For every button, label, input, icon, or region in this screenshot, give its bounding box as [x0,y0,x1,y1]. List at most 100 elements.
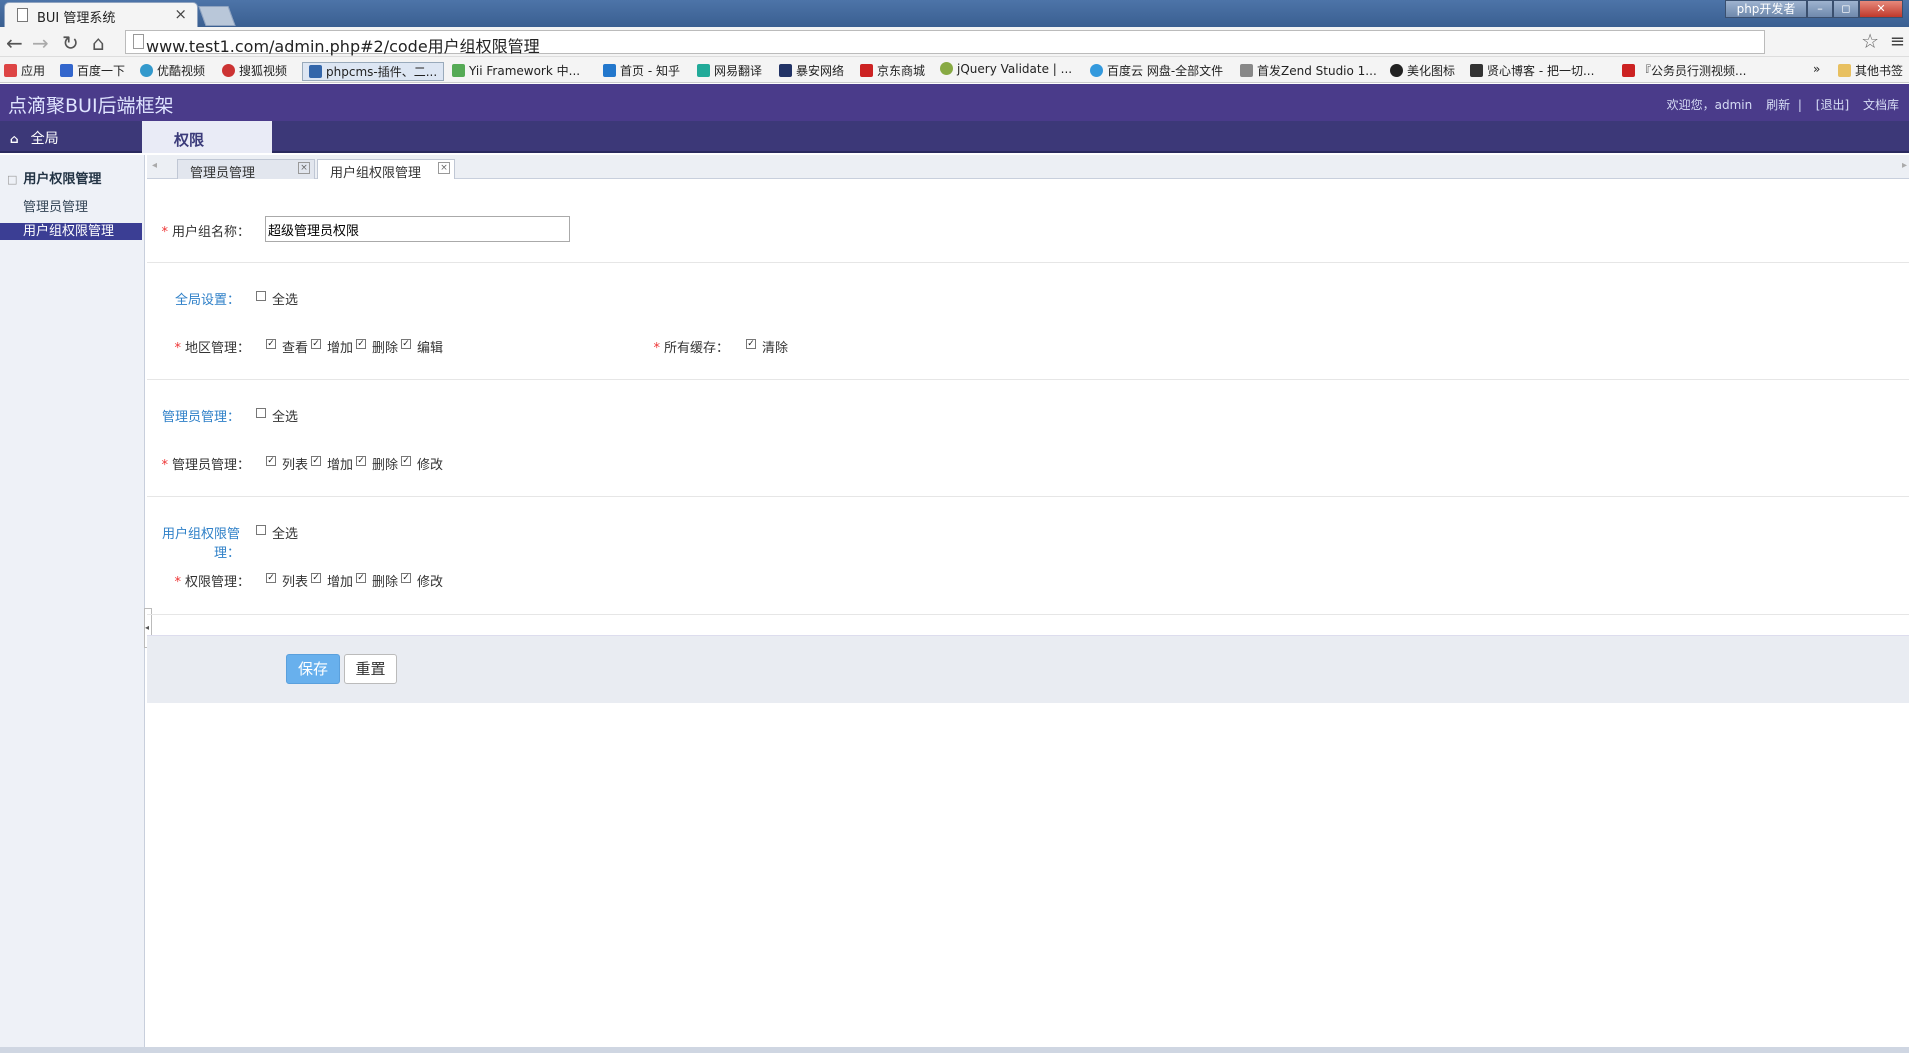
close-icon[interactable]: × [298,162,310,174]
select-all-label: 全选 [272,410,299,425]
option-label: 删除 [372,458,399,473]
new-tab-button[interactable] [198,6,236,26]
bookmark-item[interactable]: 暴安网络 [779,62,844,79]
close-tab-icon[interactable]: × [174,5,187,23]
page-icon [133,34,144,49]
perm-edit-checkbox[interactable]: ✓ [401,573,411,583]
section-header-global: 全局设置： [174,293,240,308]
bookmarks-bar: 应用 百度一下 优酷视频 搜狐视频 phpcms-插件、二... Yii Fra… [0,57,1909,83]
section-header-group-permissions: 用户组权限管理： [161,527,240,561]
bookmark-item[interactable]: 搜狐视频 [222,62,287,79]
refresh-link[interactable]: 刷新 [1766,98,1790,112]
profile-badge[interactable]: php开发者 [1725,0,1807,18]
tab-group-permissions[interactable]: 用户组权限管理 × [317,159,455,181]
group-name-input[interactable] [265,216,570,242]
bookmark-item[interactable]: 『公务员行测视频... [1622,62,1746,79]
logout-link[interactable]: [退出] [1816,98,1849,112]
collapse-icon[interactable]: □ [7,173,17,186]
reset-button[interactable]: 重置 [344,654,397,684]
browser-tab[interactable]: BUI 管理系统 × [4,2,198,27]
home-icon: ⌂ [10,132,19,146]
form-actions-bar [147,635,1909,703]
region-edit-checkbox[interactable]: ✓ [401,339,411,349]
select-all-group-checkbox[interactable] [256,525,266,535]
bookmark-item[interactable]: 美化图标 [1390,62,1455,79]
browser-titlebar: BUI 管理系统 × php开发者 – ◻ ✕ [0,0,1909,27]
forward-icon[interactable]: → [32,31,49,55]
admin-add-checkbox[interactable]: ✓ [311,456,321,466]
bookmark-item[interactable]: 应用 [4,62,45,79]
back-icon[interactable]: ← [6,31,23,55]
region-delete-checkbox[interactable]: ✓ [356,339,366,349]
bookmark-item[interactable]: 百度云 网盘-全部文件 [1090,62,1223,79]
select-all-admin-checkbox[interactable] [256,408,266,418]
permission-management-label: * 权限管理： [174,575,250,590]
close-window-icon[interactable]: ✕ [1859,0,1903,18]
browser-tab-title: BUI 管理系统 [37,11,116,26]
divider [147,614,1909,615]
separator: | [1797,98,1802,112]
option-label: 清除 [762,341,789,356]
content-tabbar: ◂ 管理员管理 × 用户组权限管理 × ▸ [147,155,1909,181]
admin-management-label: * 管理员管理： [161,458,250,473]
region-add-checkbox[interactable]: ✓ [311,339,321,349]
select-all-label: 全选 [272,527,299,542]
app-logo: 点滴聚BUI后端框架 [8,95,174,117]
perm-delete-checkbox[interactable]: ✓ [356,573,366,583]
bookmark-item[interactable]: 首发Zend Studio 1... [1240,62,1377,79]
cache-clear-checkbox[interactable]: ✓ [746,339,756,349]
bookmark-star-icon[interactable]: ☆ [1861,29,1879,53]
bookmark-item[interactable]: phpcms-插件、二... [302,62,445,81]
option-label: 列表 [282,575,309,590]
tab-scroll-right-icon[interactable]: ▸ [1902,160,1907,171]
select-all-global-checkbox[interactable] [256,291,266,301]
divider [147,262,1909,263]
sidebar-item-group-permissions[interactable]: 用户组权限管理 [0,223,142,240]
option-label: 增加 [327,341,354,356]
menu-home[interactable]: ⌂ 全局 [10,128,59,148]
region-view-checkbox[interactable]: ✓ [266,339,276,349]
option-label: 修改 [417,458,444,473]
address-bar[interactable]: www.test1.com/admin.php#2/code用户组权限管理 [125,30,1765,56]
reload-icon[interactable]: ↻ [62,31,79,55]
sidebar: □ 用户权限管理 管理员管理 用户组权限管理 [0,155,145,1053]
bookmark-item[interactable]: 百度一下 [60,62,125,79]
perm-add-checkbox[interactable]: ✓ [311,573,321,583]
user-links: 欢迎您，admin 刷新 | [退出] 文档库 [1657,96,1899,113]
sidebar-section-title[interactable]: □ 用户权限管理 [7,168,101,187]
bookmark-item[interactable]: 优酷视频 [140,62,205,79]
bookmark-item[interactable]: 京东商城 [860,62,925,79]
page-icon [17,8,28,22]
other-bookmarks[interactable]: 其他书签 [1838,62,1903,79]
bookmarks-overflow-icon[interactable]: » [1813,62,1820,76]
docs-link[interactable]: 文档库 [1863,98,1899,112]
tab-scroll-left-icon[interactable]: ◂ [152,160,157,171]
sidebar-item-admin[interactable]: 管理员管理 [0,199,142,216]
welcome-text: 欢迎您，admin [1666,98,1753,112]
cache-label: * 所有缓存： [653,341,729,356]
save-button[interactable]: 保存 [286,654,340,684]
bookmark-item[interactable]: 网易翻译 [697,62,762,79]
bookmark-item[interactable]: jQuery Validate | ... [940,62,1072,76]
browser-menu-icon[interactable]: ≡ [1890,31,1905,52]
group-name-label: * 用户组名称： [161,225,250,240]
bookmark-item[interactable]: 贤心博客 - 把一切... [1470,62,1594,79]
bookmark-item[interactable]: 首页 - 知乎 [603,62,680,79]
admin-list-checkbox[interactable]: ✓ [266,456,276,466]
admin-edit-checkbox[interactable]: ✓ [401,456,411,466]
home-icon[interactable]: ⌂ [92,31,105,55]
main-menu: ⌂ 全局 权限 [0,121,1909,153]
region-management-label: * 地区管理： [174,341,250,356]
option-label: 查看 [282,341,309,356]
perm-list-checkbox[interactable]: ✓ [266,573,276,583]
option-label: 删除 [372,341,399,356]
maximize-icon[interactable]: ◻ [1833,0,1859,18]
minimize-icon[interactable]: – [1807,0,1833,18]
option-label: 删除 [372,575,399,590]
close-icon[interactable]: × [438,162,450,174]
bookmark-item[interactable]: Yii Framework 中... [452,62,580,79]
status-strip [0,1047,1909,1053]
menu-tab-permissions[interactable]: 权限 [142,121,272,153]
admin-delete-checkbox[interactable]: ✓ [356,456,366,466]
tab-admin-management[interactable]: 管理员管理 × [177,159,315,181]
